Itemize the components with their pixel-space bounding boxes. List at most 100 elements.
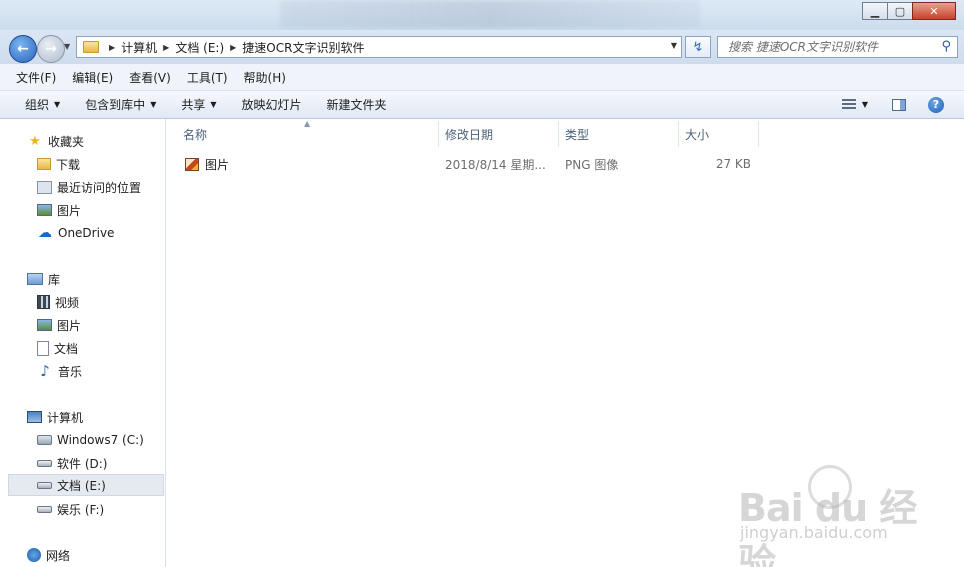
breadcrumb-chevron-icon[interactable]: ▶ (163, 43, 169, 52)
file-size: 27 KB (715, 157, 751, 171)
breadcrumb-chevron-icon[interactable]: ▶ (109, 43, 115, 52)
nav-computer[interactable]: 计算机 (0, 406, 164, 428)
menu-view[interactable]: 查看(V) (124, 69, 176, 86)
nav-item-label: 图片 (57, 203, 82, 218)
column-header-label: 名称 (183, 127, 208, 142)
breadcrumb-chevron-icon[interactable]: ▶ (230, 43, 236, 52)
slideshow-button[interactable]: 放映幻灯片 (236, 96, 308, 113)
file-name: 图片 (205, 157, 230, 172)
refresh-button[interactable]: ↯ (685, 36, 711, 58)
back-arrow-icon: ← (17, 41, 29, 57)
nav-item-drive-c[interactable]: Windows7 (C:) (0, 429, 164, 451)
nav-item-drive-e[interactable]: 文档 (E:) (8, 474, 164, 496)
file-type: PNG 图像 (565, 157, 619, 172)
computer-monitor-icon (27, 411, 42, 423)
nav-item-pictures-favorite[interactable]: 图片 (0, 199, 164, 221)
nav-item-pictures-library[interactable]: 图片 (0, 314, 164, 336)
column-divider[interactable] (438, 121, 439, 147)
pictures-icon (37, 319, 52, 331)
nav-item-onedrive[interactable]: ☁ OneDrive (0, 222, 164, 244)
new-folder-button[interactable]: 新建文件夹 (321, 96, 393, 113)
new-folder-label: 新建文件夹 (326, 98, 387, 112)
nav-favorites[interactable]: ★ 收藏夹 (0, 130, 164, 152)
menu-file[interactable]: 文件(F) (11, 69, 61, 86)
breadcrumb-current-folder[interactable]: 捷速OCR文字识别软件 (242, 39, 364, 56)
close-button[interactable]: ✕ (912, 2, 956, 20)
system-drive-icon (37, 435, 52, 445)
nav-item-label: 音乐 (58, 364, 83, 379)
share-label: 共享 (181, 98, 206, 112)
breadcrumb-computer[interactable]: 计算机 (121, 39, 157, 56)
menu-bar: 文件(F) 编辑(E) 查看(V) 工具(T) 帮助(H) (0, 64, 964, 91)
pictures-icon (37, 204, 52, 216)
minimize-button[interactable]: ▁ (862, 2, 888, 20)
address-row: ← → ▼ ▶ 计算机 ▶ 文档 (E:) ▶ 捷速OCR文字识别软件 ▼ ↯ … (0, 30, 964, 64)
forward-button[interactable]: → (37, 35, 65, 63)
nav-item-recent-places[interactable]: 最近访问的位置 (0, 176, 164, 198)
column-header-label: 大小 (685, 127, 710, 142)
include-label: 包含到库中 (85, 98, 146, 112)
address-bar[interactable]: ▶ 计算机 ▶ 文档 (E:) ▶ 捷速OCR文字识别软件 ▼ (76, 36, 682, 58)
nav-item-label: 文档 (54, 341, 79, 356)
organize-button[interactable]: 组织 ▼ (19, 96, 66, 113)
network-globe-icon (27, 548, 41, 562)
nav-item-label: 视频 (55, 295, 80, 310)
include-in-library-button[interactable]: 包含到库中 ▼ (79, 96, 162, 113)
watermark-text: Bai du 经验 (738, 486, 917, 567)
preview-pane-icon[interactable] (892, 98, 906, 111)
title-bar: ▁ ▢ ✕ (0, 0, 964, 30)
sort-ascending-icon: ▲ (304, 119, 311, 128)
column-header-size[interactable]: 大小 (685, 119, 709, 149)
nav-network-label: 网络 (46, 548, 71, 563)
folder-icon (83, 41, 99, 53)
view-options-dropdown-icon[interactable]: ▼ (862, 100, 868, 109)
nav-network[interactable]: 网络 (0, 544, 164, 566)
nav-item-label: 软件 (D:) (57, 456, 108, 471)
nav-computer-label: 计算机 (47, 410, 84, 425)
music-note-icon: ♪ (40, 362, 50, 380)
maximize-button[interactable]: ▢ (887, 2, 913, 20)
address-dropdown-icon[interactable]: ▼ (671, 41, 677, 50)
help-icon[interactable]: ? (928, 96, 944, 113)
slideshow-label: 放映幻灯片 (241, 98, 302, 112)
watermark-url: jingyan.baidu.com (740, 523, 888, 542)
nav-item-label: 最近访问的位置 (57, 180, 142, 195)
column-divider[interactable] (678, 121, 679, 147)
column-header-type[interactable]: 类型 (565, 119, 589, 149)
chevron-down-icon: ▼ (54, 100, 61, 109)
file-row[interactable]: 图片 2018/8/14 星期... PNG 图像 27 KB (176, 153, 916, 175)
video-film-icon (37, 295, 50, 309)
search-icon[interactable]: ⚲ (941, 39, 951, 54)
chevron-down-icon: ▼ (210, 100, 217, 109)
chevron-down-icon: ▼ (150, 100, 157, 109)
column-divider[interactable] (758, 121, 759, 147)
nav-item-music[interactable]: ♪ 音乐 (0, 360, 164, 382)
hard-drive-icon (37, 459, 52, 467)
share-button[interactable]: 共享 ▼ (175, 96, 222, 113)
navigation-pane: ★ 收藏夹 下载 最近访问的位置 图片 ☁ OneDrive 库 视频 图片 文… (0, 119, 166, 567)
view-details-icon[interactable] (841, 98, 856, 111)
search-input[interactable] (726, 39, 940, 55)
nav-item-downloads[interactable]: 下载 (0, 153, 164, 175)
nav-item-videos[interactable]: 视频 (0, 291, 164, 313)
baidu-jingyan-watermark: Bai du 经验 jingyan.baidu.com (738, 465, 938, 567)
column-divider[interactable] (558, 121, 559, 147)
column-header-date[interactable]: 修改日期 (445, 119, 493, 149)
png-image-file-icon (185, 157, 199, 171)
star-icon: ★ (29, 133, 41, 149)
command-bar: 组织 ▼ 包含到库中 ▼ 共享 ▼ 放映幻灯片 新建文件夹 ▼ ? (0, 91, 964, 119)
menu-tools[interactable]: 工具(T) (182, 69, 233, 86)
hard-drive-icon (37, 505, 52, 513)
explorer-window: ▁ ▢ ✕ ← → ▼ ▶ 计算机 ▶ 文档 (E:) ▶ 捷速OCR文字识别软… (0, 0, 964, 567)
nav-libraries[interactable]: 库 (0, 268, 164, 290)
breadcrumb-drive-e[interactable]: 文档 (E:) (175, 39, 224, 56)
nav-item-drive-f[interactable]: 娱乐 (F:) (0, 498, 164, 520)
blurred-background-window (280, 0, 700, 28)
nav-item-drive-d[interactable]: 软件 (D:) (0, 452, 164, 474)
recent-pages-dropdown-icon[interactable]: ▼ (64, 42, 70, 51)
nav-item-documents[interactable]: 文档 (0, 337, 164, 359)
menu-help[interactable]: 帮助(H) (239, 69, 291, 86)
column-header-name[interactable]: 名称 (183, 119, 207, 149)
menu-edit[interactable]: 编辑(E) (67, 69, 118, 86)
back-button[interactable]: ← (9, 35, 37, 63)
